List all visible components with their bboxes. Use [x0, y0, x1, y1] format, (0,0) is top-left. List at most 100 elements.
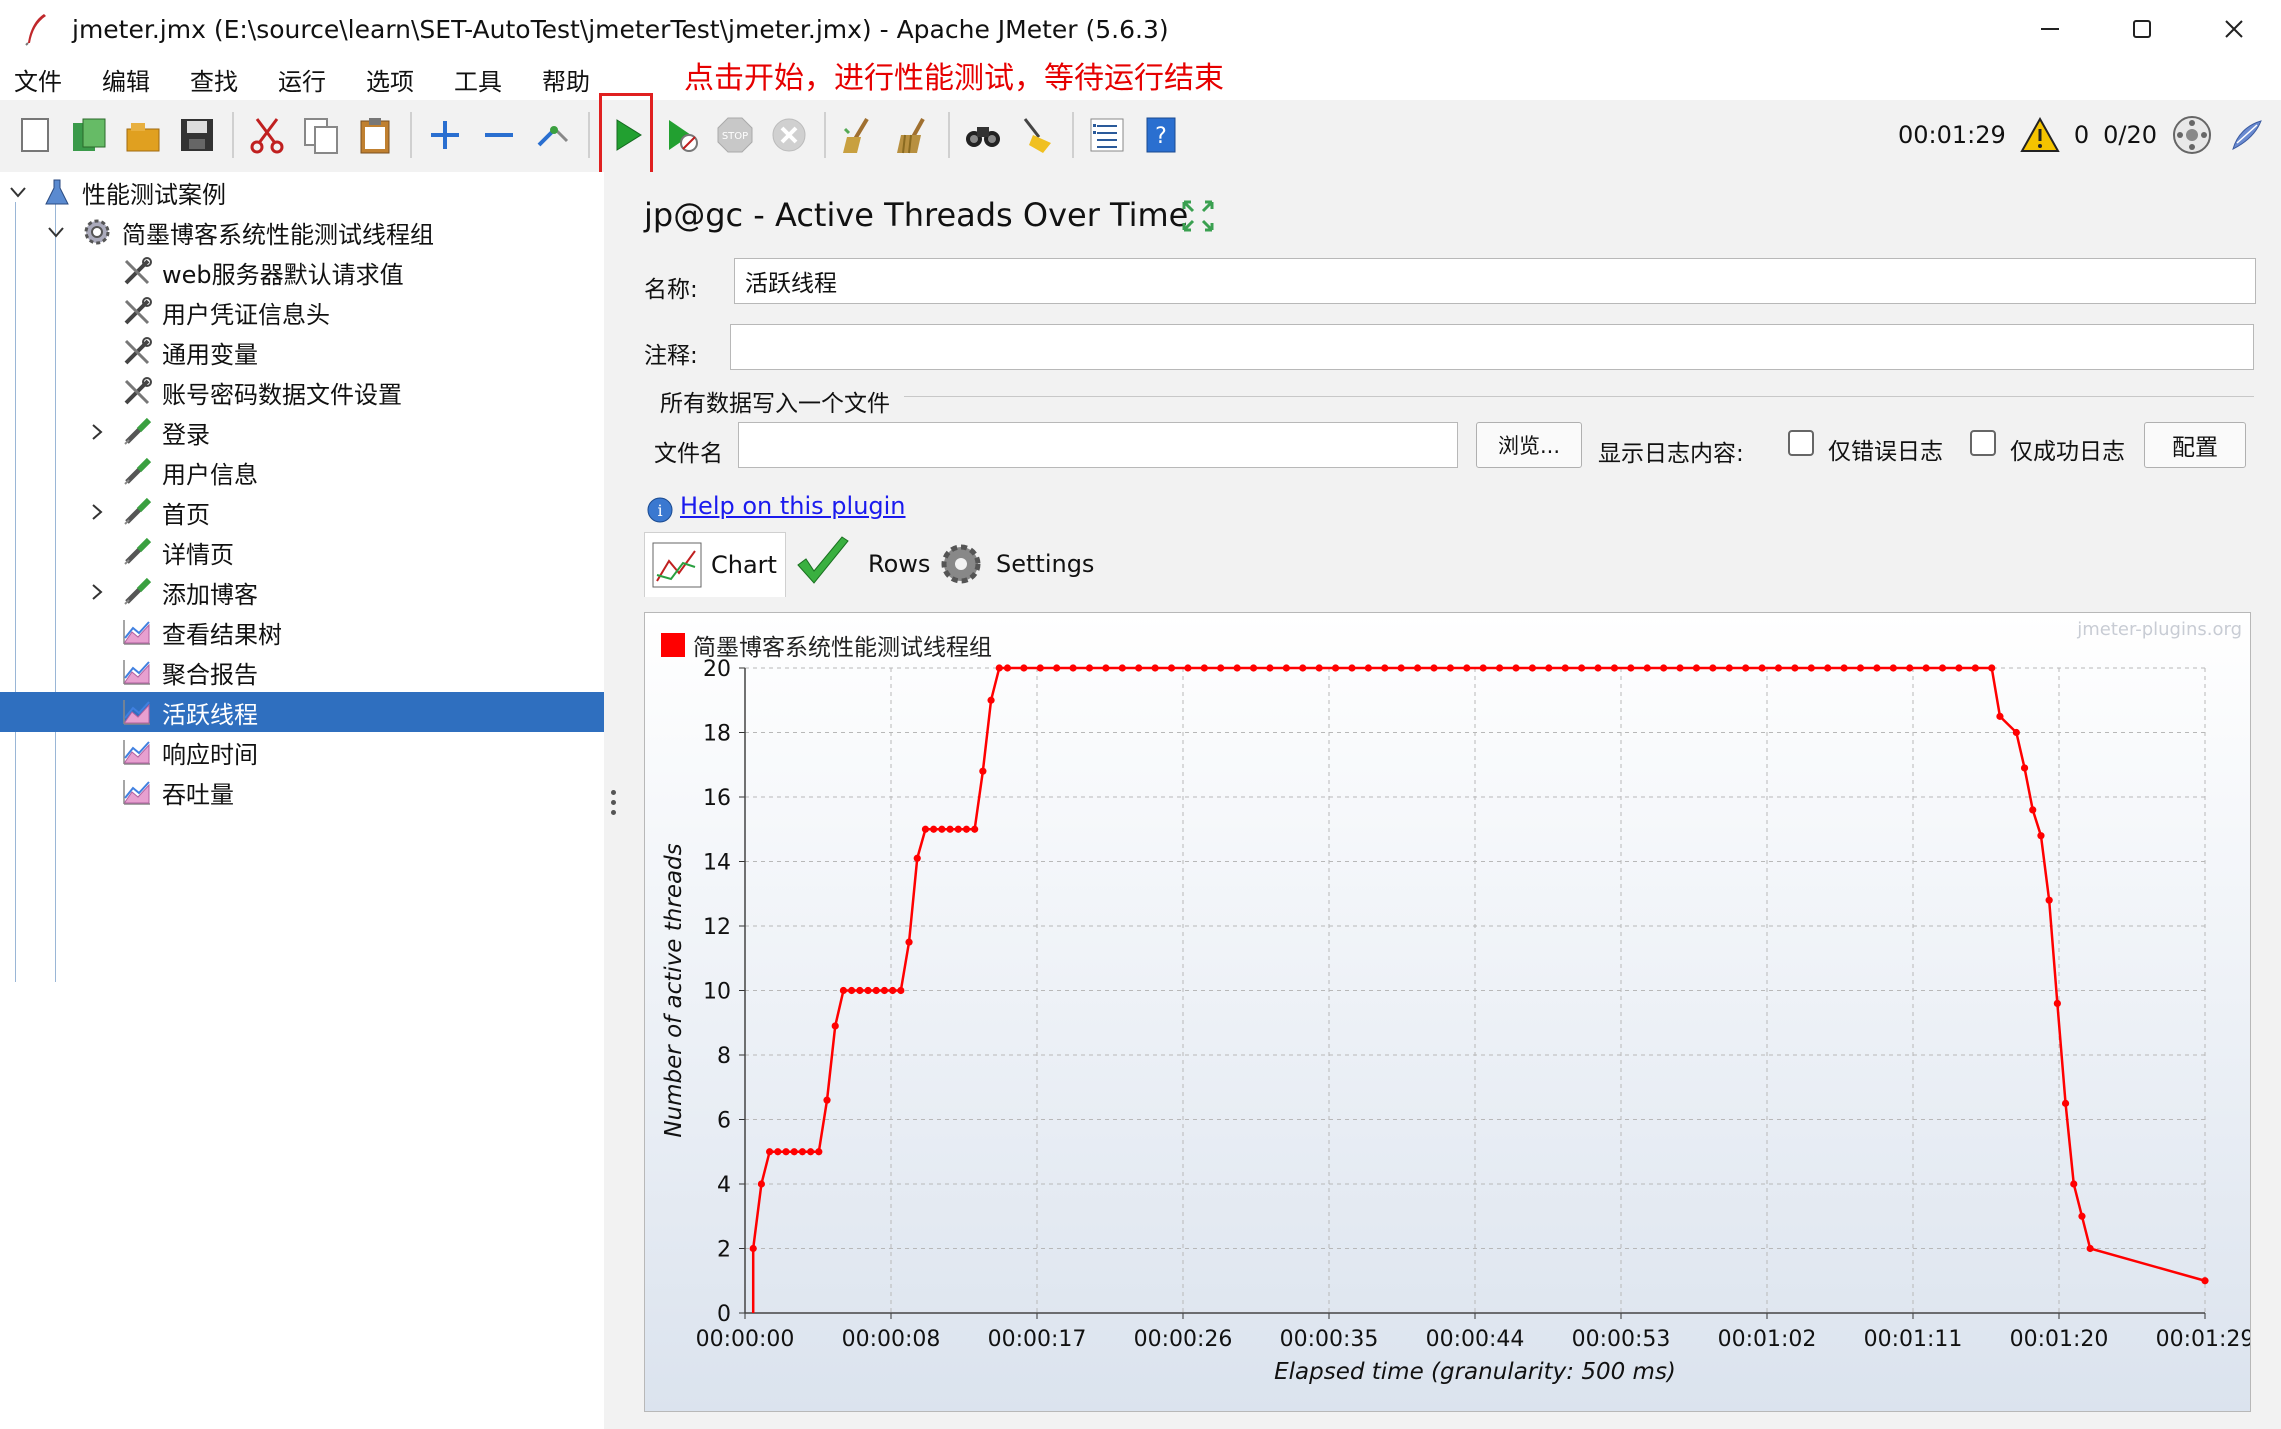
menu-edit[interactable]: 编辑	[102, 62, 150, 97]
cut-button[interactable]	[242, 110, 292, 160]
tree-node-item[interactable]: 首页	[120, 492, 210, 532]
tree-node-item[interactable]: 响应时间	[120, 732, 258, 772]
tree-guide-line	[55, 202, 56, 982]
help-button[interactable]: ?	[1136, 110, 1186, 160]
y-tick-label: 2	[717, 1238, 731, 1263]
paste-button[interactable]	[350, 110, 400, 160]
expand-icon	[431, 121, 459, 149]
remote-status-icon[interactable]	[2171, 114, 2213, 156]
configure-button[interactable]: 配置	[2144, 422, 2246, 468]
data-point	[1102, 664, 1110, 672]
copy-button[interactable]	[296, 110, 346, 160]
chevron-down-icon[interactable]	[46, 222, 66, 242]
data-point	[1561, 664, 1569, 672]
save-button[interactable]	[172, 110, 222, 160]
tree-node-thread-group[interactable]: 简墨博客系统性能测试线程组	[80, 212, 434, 252]
chevron-right-icon[interactable]	[86, 502, 106, 522]
chevron-down-icon[interactable]	[8, 182, 28, 202]
chevron-right-icon[interactable]	[86, 582, 106, 602]
tree-node-item[interactable]: 通用变量	[120, 332, 258, 372]
chevron-right-icon[interactable]	[86, 422, 106, 442]
y-tick-label: 10	[703, 980, 731, 1005]
tree-node-item[interactable]: 聚合报告	[120, 652, 258, 692]
menu-run[interactable]: 运行	[278, 62, 326, 97]
new-button[interactable]	[10, 110, 60, 160]
data-point	[807, 1148, 815, 1156]
help-on-plugin-link[interactable]: Help on this plugin	[680, 492, 906, 520]
data-point	[1807, 664, 1815, 672]
tree-node-test-plan[interactable]: 性能测试案例	[40, 172, 226, 212]
tree-node-item[interactable]: 详情页	[120, 532, 234, 572]
warning-icon[interactable]	[2020, 117, 2060, 153]
templates-button[interactable]	[64, 110, 114, 160]
success-only-label: 仅成功日志	[2010, 439, 2125, 465]
toolbar-separator	[948, 112, 950, 158]
x-axis-label: Elapsed time (granularity: 500 ms)	[1274, 1359, 1676, 1385]
reset-search-button[interactable]	[1012, 110, 1062, 160]
tab-rows[interactable]: Rows	[792, 532, 930, 596]
filename-field[interactable]	[738, 422, 1458, 468]
sampler-pipette-icon	[120, 495, 154, 529]
tree-node-item[interactable]: web服务器默认请求值	[120, 252, 404, 292]
tree-node-label: 活跃线程	[162, 700, 258, 729]
log-display-label: 显示日志内容:	[1598, 441, 1744, 467]
minimize-button[interactable]	[2004, 0, 2096, 58]
data-point	[1135, 664, 1143, 672]
x-tick-label: 00:00:26	[1134, 1327, 1233, 1352]
search-button[interactable]	[958, 110, 1008, 160]
tree-node-item[interactable]: 账号密码数据文件设置	[120, 372, 402, 412]
collapse-all-button[interactable]	[474, 110, 524, 160]
data-point	[1463, 664, 1471, 672]
y-tick-label: 14	[703, 851, 731, 876]
data-point	[1036, 664, 1044, 672]
success-only-checkbox[interactable]	[1970, 430, 1996, 456]
start-no-pause-button[interactable]	[656, 110, 706, 160]
shutdown-button[interactable]	[764, 110, 814, 160]
clear-all-button[interactable]	[888, 110, 938, 160]
divider-grip-dot	[611, 810, 616, 815]
tree-node-item[interactable]: 活跃线程	[120, 692, 258, 732]
menu-options[interactable]: 选项	[366, 62, 414, 97]
data-point	[1906, 664, 1914, 672]
name-field[interactable]	[734, 258, 2256, 304]
maximize-button[interactable]	[2096, 0, 2188, 58]
data-point	[1955, 664, 1963, 672]
fullscreen-icon[interactable]	[1180, 198, 1216, 234]
comment-field[interactable]	[730, 324, 2254, 370]
tree-node-item[interactable]: 吞吐量	[120, 772, 234, 812]
copy-icon	[304, 118, 338, 154]
data-point	[1446, 664, 1454, 672]
data-point	[1709, 664, 1717, 672]
search-icon	[966, 127, 1000, 147]
open-button[interactable]	[118, 110, 168, 160]
toggle-button[interactable]	[528, 110, 578, 160]
data-point	[938, 825, 946, 833]
tree-node-item[interactable]: 查看结果树	[120, 612, 282, 652]
menu-search[interactable]: 查找	[190, 62, 238, 97]
tree-node-item[interactable]: 用户信息	[120, 452, 258, 492]
close-button[interactable]	[2188, 0, 2280, 58]
expand-all-button[interactable]	[420, 110, 470, 160]
tab-chart[interactable]: Chart	[644, 532, 786, 597]
browse-button[interactable]: 浏览...	[1476, 422, 1582, 468]
function-helper-button[interactable]	[1082, 110, 1132, 160]
data-point	[774, 1148, 782, 1156]
data-point	[954, 825, 962, 833]
tree-node-item[interactable]: 登录	[120, 412, 210, 452]
stop-button[interactable]: STOP	[710, 110, 760, 160]
minimize-icon	[2041, 28, 2059, 30]
tree-node-item[interactable]: 用户凭证信息头	[120, 292, 330, 332]
data-point	[1282, 664, 1290, 672]
data-point	[2020, 764, 2029, 772]
tab-settings[interactable]: Settings	[936, 532, 1094, 596]
data-point	[1315, 664, 1323, 672]
tree-node-item[interactable]: 添加博客	[120, 572, 258, 612]
menu-tools[interactable]: 工具	[454, 62, 502, 97]
menu-help[interactable]: 帮助	[542, 62, 590, 97]
menu-file[interactable]: 文件	[14, 62, 62, 97]
errors-only-checkbox[interactable]	[1788, 430, 1814, 456]
log-viewer-icon[interactable]	[2227, 115, 2267, 155]
data-point	[2037, 832, 2045, 840]
clear-button[interactable]	[834, 110, 884, 160]
data-point	[2053, 999, 2061, 1007]
